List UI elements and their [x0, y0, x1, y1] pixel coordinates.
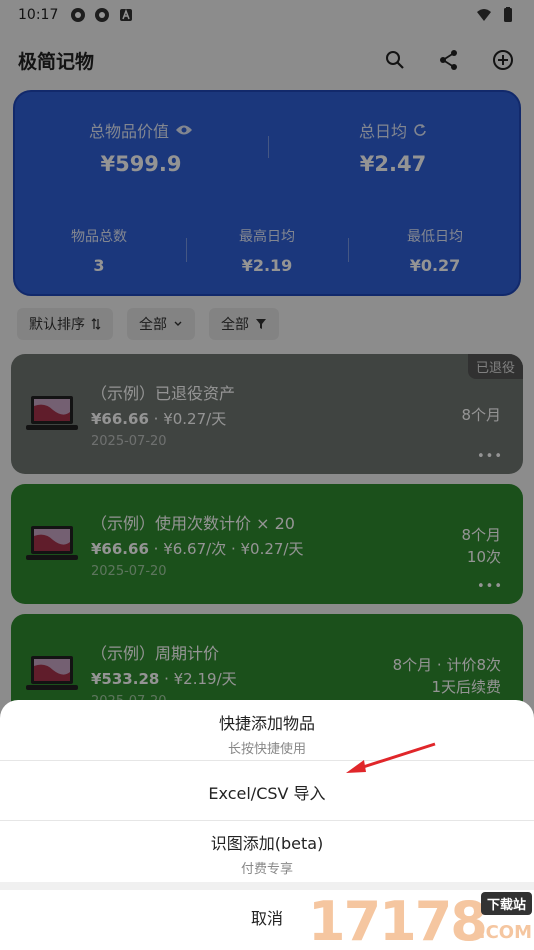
- divider: [0, 760, 534, 761]
- divider: [0, 820, 534, 821]
- quick-add-subtitle: 长按快捷使用: [227, 742, 306, 757]
- annotation-arrow-icon: [346, 742, 436, 773]
- image-add-title: 识图添加(beta): [210, 834, 324, 853]
- image-add-subtitle: 付费专享: [240, 862, 293, 877]
- excel-import-option[interactable]: Excel/CSV 导入: [0, 780, 534, 820]
- quick-add-title: 快捷添加物品: [218, 714, 315, 733]
- watermark-number: 17178: [308, 890, 488, 950]
- watermark-tag: 下载站: [480, 892, 532, 915]
- quick-add-option[interactable]: 快捷添加物品 长按快捷使用: [0, 710, 534, 760]
- watermark-suffix: .COM: [478, 922, 532, 943]
- watermark-logo: 17178 下载站 .COM: [308, 888, 534, 950]
- image-add-option[interactable]: 识图添加(beta) 付费专享: [0, 830, 534, 880]
- excel-import-title: Excel/CSV 导入: [208, 784, 326, 803]
